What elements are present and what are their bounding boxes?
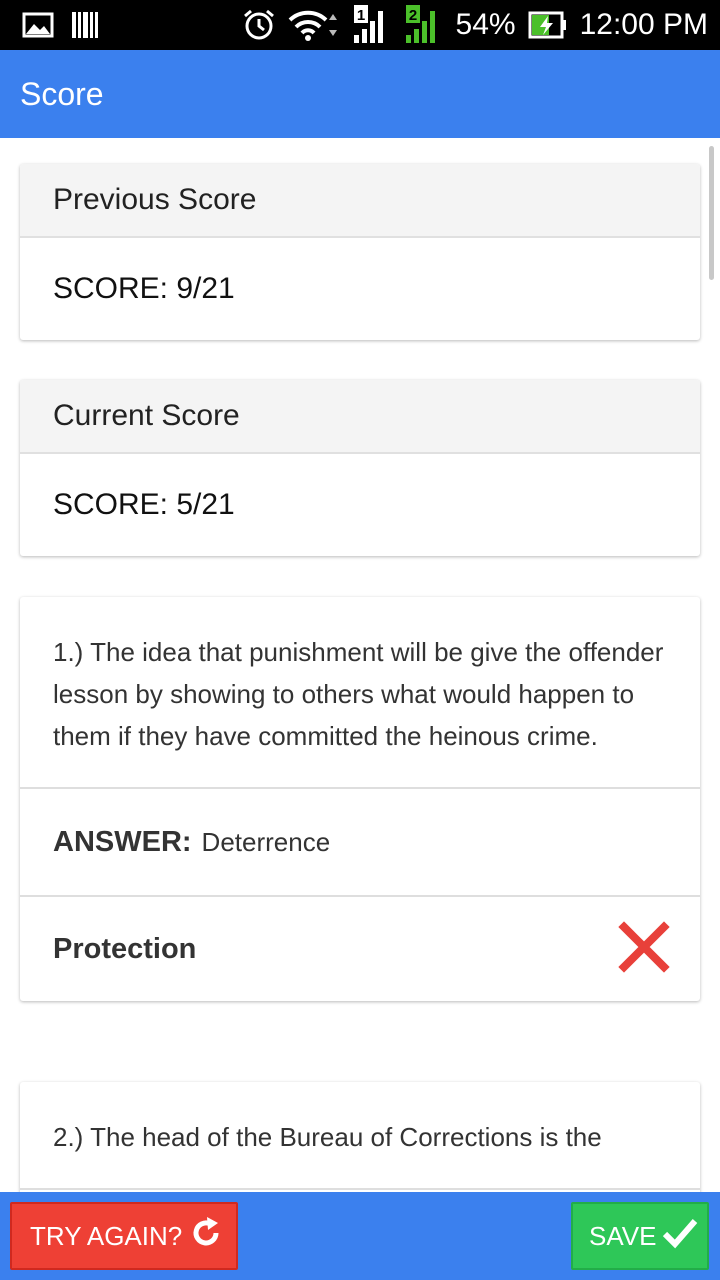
- correct-answer: Deterrence: [201, 826, 331, 857]
- save-label: SAVE: [589, 1220, 657, 1251]
- user-answer-row: Protection: [20, 897, 700, 1001]
- barcode-icon: [72, 10, 98, 40]
- question-text: 2.) The head of the Bureau of Correction…: [20, 1082, 700, 1190]
- wifi-icon: [288, 8, 340, 42]
- gallery-icon: [22, 12, 54, 38]
- status-bar: 1 2 54% 12:00 PM: [0, 0, 720, 50]
- signal-sim1-icon: 1: [352, 5, 392, 45]
- app-bar: Score: [0, 50, 720, 138]
- question-card: 2.) The head of the Bureau of Correction…: [20, 1082, 700, 1192]
- save-button[interactable]: SAVE: [571, 1202, 709, 1270]
- question-card: 1.) The idea that punishment will be giv…: [20, 597, 700, 1001]
- signal-sim2-icon: 2: [404, 5, 444, 45]
- score-content[interactable]: Previous Score SCORE: 9/21 Current Score…: [0, 138, 720, 1192]
- current-score-value: SCORE: 5/21: [53, 488, 235, 521]
- clock: 12:00 PM: [579, 8, 708, 41]
- svg-text:1: 1: [356, 7, 364, 24]
- answer-label: ANSWER:: [53, 825, 192, 858]
- previous-score-value: SCORE: 9/21: [53, 272, 235, 305]
- bottom-action-bar: TRY AGAIN? SAVE: [0, 1192, 720, 1280]
- try-again-button[interactable]: TRY AGAIN?: [10, 1202, 238, 1270]
- previous-score-card: Previous Score SCORE: 9/21: [20, 164, 700, 340]
- scrollbar-thumb[interactable]: [709, 146, 714, 280]
- page-title: Score: [20, 75, 104, 112]
- user-answer: Protection: [53, 932, 197, 965]
- checkmark-icon: [656, 1215, 698, 1258]
- current-score-card: Current Score SCORE: 5/21: [20, 380, 700, 556]
- correct-answer-row: ANSWER: Deterrence: [20, 789, 700, 897]
- svg-text:2: 2: [408, 7, 416, 24]
- question-text: 1.) The idea that punishment will be giv…: [20, 597, 700, 789]
- refresh-icon: [182, 1215, 224, 1258]
- battery-percent: 54%: [455, 8, 516, 41]
- wrong-x-icon: [618, 920, 670, 978]
- try-again-label: TRY AGAIN?: [30, 1220, 183, 1251]
- previous-score-header: Previous Score: [20, 164, 700, 238]
- battery-charging-icon: [528, 10, 568, 40]
- current-score-header: Current Score: [20, 380, 700, 454]
- alarm-icon: [242, 8, 276, 42]
